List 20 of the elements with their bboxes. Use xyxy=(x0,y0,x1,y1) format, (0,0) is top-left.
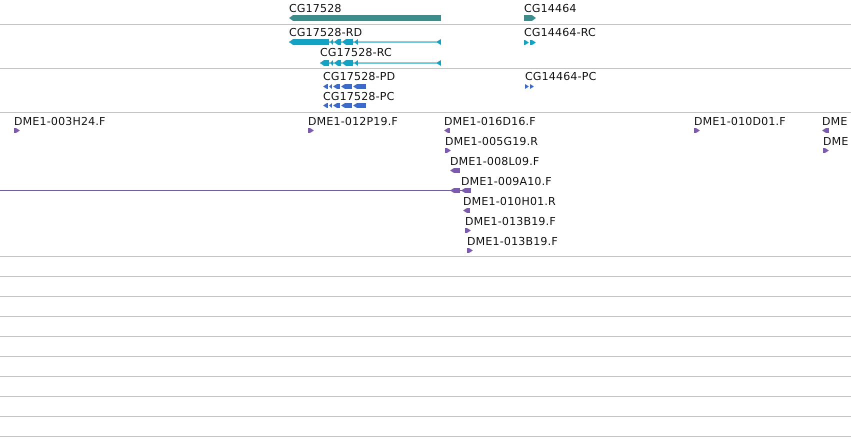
feature-label[interactable]: CG17528-RC xyxy=(320,46,392,59)
feature-label[interactable]: CG17528-PC xyxy=(323,90,394,103)
feature-label[interactable]: DME1-012P19.F xyxy=(308,115,398,128)
feature-label[interactable]: CG17528-RD xyxy=(289,26,362,39)
feature-label[interactable]: DME1-010D01.F xyxy=(694,115,786,128)
feature-label[interactable]: DME1-016D16.F xyxy=(444,115,536,128)
feature-label[interactable]: CG14464-RC xyxy=(524,26,596,39)
feature-label[interactable]: DME1-008L09.F xyxy=(450,155,540,168)
feature-label[interactable]: DME xyxy=(822,115,848,128)
feature-label[interactable]: DME1-003H24.F xyxy=(14,115,106,128)
feature-label[interactable]: CG17528-PD xyxy=(323,70,396,83)
feature-label[interactable]: DME1-009A10.F xyxy=(461,175,552,188)
feature-label[interactable]: DME1-005G19.R xyxy=(445,135,538,148)
feature-label[interactable]: DME1-013B19.F xyxy=(465,215,556,228)
feature-label[interactable]: DME1-010H01.R xyxy=(463,195,556,208)
feature-label[interactable]: DME1-013B19.F xyxy=(467,235,558,248)
feature-label[interactable]: DME xyxy=(823,135,849,148)
feature-label[interactable]: CG17528 xyxy=(289,2,342,15)
feature-label[interactable]: CG14464 xyxy=(524,2,577,15)
feature-label[interactable]: CG14464-PC xyxy=(525,70,596,83)
